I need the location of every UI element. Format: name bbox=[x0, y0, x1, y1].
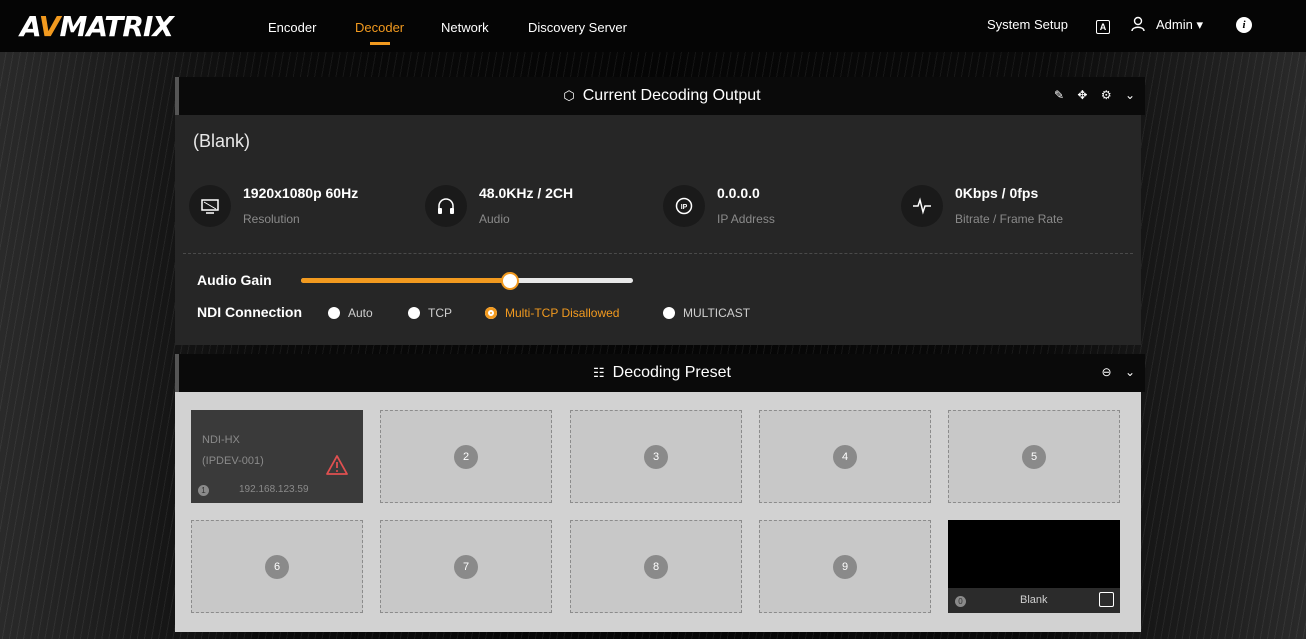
audio-gain-slider[interactable] bbox=[301, 272, 633, 290]
settings-icon[interactable]: ⚙ bbox=[1101, 88, 1112, 102]
preset-tile-4[interactable]: 4 bbox=[759, 410, 931, 503]
preset-tile-8[interactable]: 8 bbox=[570, 520, 742, 613]
preset-tile-6[interactable]: 6 bbox=[191, 520, 363, 613]
chevron-down-icon[interactable]: ⌄ bbox=[1125, 88, 1135, 102]
blank-tile-footer: 0 Blank bbox=[948, 588, 1120, 613]
avmatrix-logo: AVMATRIX bbox=[20, 10, 174, 43]
user-icon[interactable] bbox=[1130, 16, 1146, 35]
preset-grid: NDI-HX (IPDEV-001) 1 192.168.123.59 2 3 … bbox=[175, 392, 1141, 632]
ndi-option-multicast[interactable]: MULTICAST bbox=[663, 306, 750, 320]
nav-encoder[interactable]: Encoder bbox=[268, 20, 316, 35]
output-panel-title: Current Decoding Output bbox=[582, 87, 761, 104]
ndi-option-multi-tcp-disallowed[interactable]: Multi-TCP Disallowed bbox=[485, 306, 619, 320]
ndi-option-auto[interactable]: Auto bbox=[328, 306, 373, 320]
preset-tile-9[interactable]: 9 bbox=[759, 520, 931, 613]
cube-icon: ⬡ bbox=[563, 88, 575, 103]
preset-panel-header: ☷ Decoding Preset ⊖ ⌄ bbox=[175, 354, 1145, 392]
globe-icon[interactable]: ⊖ bbox=[1102, 365, 1112, 379]
preset-list-icon: ☷ bbox=[593, 365, 605, 380]
output-panel-header: ⬡ Current Decoding Output ✎ ✥ ⚙ ⌄ bbox=[175, 77, 1145, 115]
preset-tile-7[interactable]: 7 bbox=[380, 520, 552, 613]
user-menu[interactable]: Admin ▾ bbox=[1156, 17, 1203, 33]
checkbox-icon[interactable] bbox=[1099, 592, 1114, 607]
language-icon[interactable]: A bbox=[1096, 18, 1110, 34]
ndi-connection-label: NDI Connection bbox=[197, 304, 302, 320]
nav-discovery-server[interactable]: Discovery Server bbox=[528, 20, 627, 35]
preset-tile-blank[interactable]: 0 Blank bbox=[948, 520, 1120, 613]
top-navbar: AVMATRIX Encoder Decoder Network Discove… bbox=[0, 0, 1306, 52]
warning-icon bbox=[325, 454, 349, 481]
preset-panel-title: Decoding Preset bbox=[612, 364, 731, 381]
audio-gain-label: Audio Gain bbox=[197, 272, 272, 288]
divider bbox=[183, 253, 1133, 254]
headphones-icon bbox=[425, 185, 467, 227]
ndi-option-tcp[interactable]: TCP bbox=[408, 306, 452, 320]
move-icon[interactable]: ✥ bbox=[1077, 88, 1087, 102]
preset-tile-2[interactable]: 2 bbox=[380, 410, 552, 503]
caret-down-icon: ▾ bbox=[1196, 17, 1204, 32]
preset-tile-1[interactable]: NDI-HX (IPDEV-001) 1 192.168.123.59 bbox=[191, 410, 363, 503]
nav-active-indicator bbox=[370, 42, 390, 45]
audio-gain-thumb[interactable] bbox=[501, 272, 520, 290]
system-setup-link[interactable]: System Setup bbox=[987, 17, 1068, 32]
preset-tile-5[interactable]: 5 bbox=[948, 410, 1120, 503]
nav-decoder[interactable]: Decoder bbox=[355, 20, 404, 35]
pulse-icon bbox=[901, 185, 943, 227]
edit-icon[interactable]: ✎ bbox=[1054, 88, 1064, 102]
info-icon[interactable]: i bbox=[1236, 16, 1252, 33]
preset-tile-3[interactable]: 3 bbox=[570, 410, 742, 503]
svg-text:IP: IP bbox=[681, 204, 688, 211]
output-panel-body: (Blank) 1920x1080p 60Hz Resolution 48.0K… bbox=[175, 115, 1141, 345]
source-name: (Blank) bbox=[193, 131, 251, 151]
chevron-down-icon[interactable]: ⌄ bbox=[1125, 365, 1135, 379]
audio-gain-fill bbox=[301, 278, 511, 283]
ip-icon: IP bbox=[663, 185, 705, 227]
monitor-icon bbox=[189, 185, 231, 227]
nav-network[interactable]: Network bbox=[441, 20, 489, 35]
